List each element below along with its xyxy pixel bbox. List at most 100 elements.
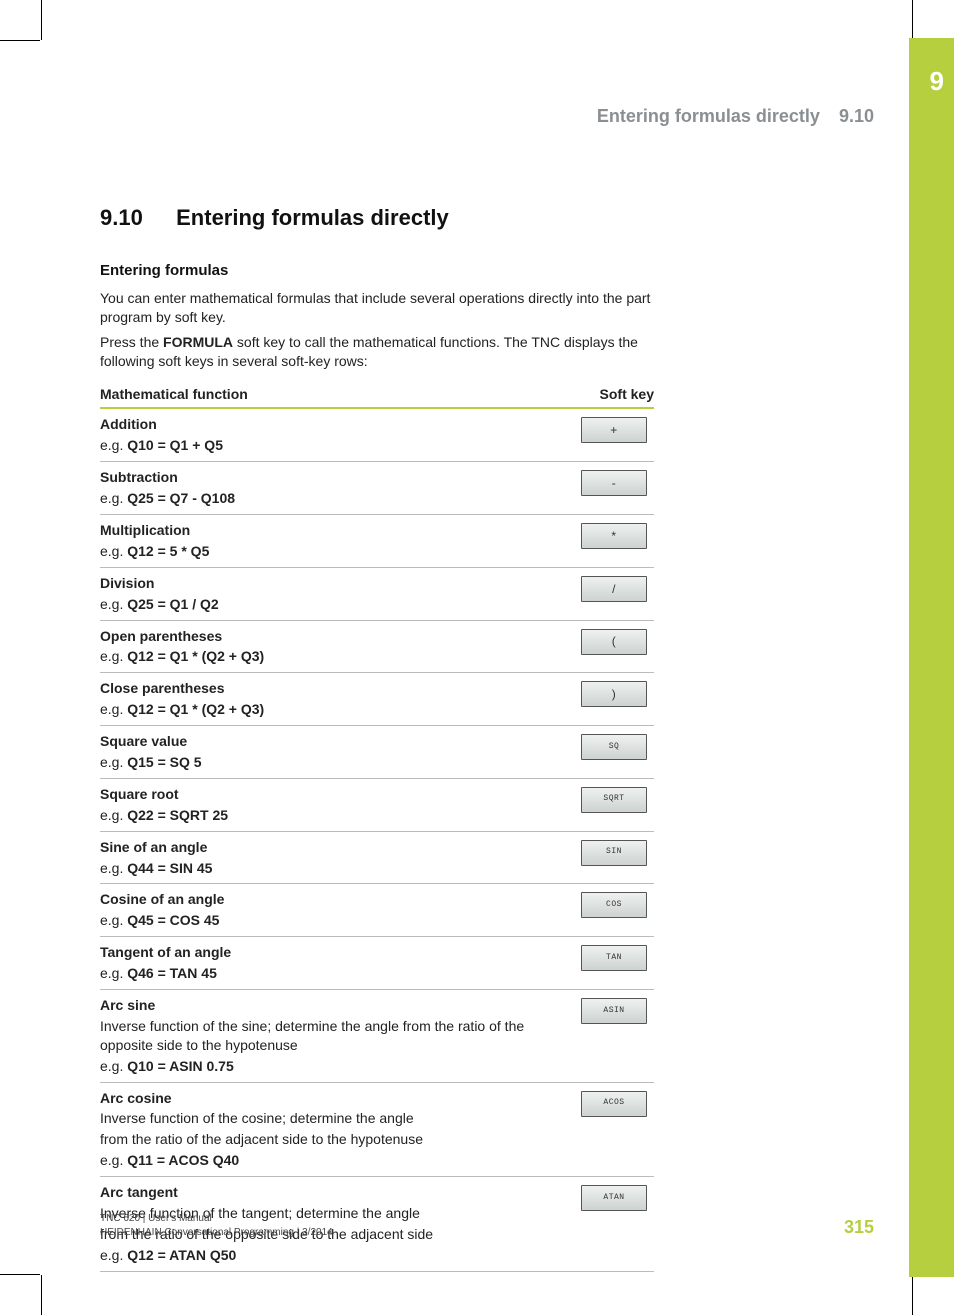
function-name: Tangent of an angle bbox=[100, 943, 564, 962]
softkey-icon: * bbox=[581, 523, 647, 549]
function-name: Close parentheses bbox=[100, 679, 564, 698]
table-row: Cosine of an angle e.g. Q45 = COS 45 COS bbox=[100, 884, 654, 937]
function-example: e.g. Q46 = TAN 45 bbox=[100, 964, 564, 983]
footer-line-1: TNC 620 | User's Manual bbox=[100, 1212, 333, 1226]
section-heading: 9.10 Entering formulas directly bbox=[100, 203, 654, 233]
table-row: Arc sine Inverse function of the sine; de… bbox=[100, 990, 654, 1083]
softkey-cell: / bbox=[574, 574, 654, 602]
function-name: Arc sine bbox=[100, 996, 564, 1015]
table-row: Square root e.g. Q22 = SQRT 25 SQRT bbox=[100, 779, 654, 832]
softkey-cell: ) bbox=[574, 679, 654, 707]
softkey-icon: ASIN bbox=[581, 998, 647, 1024]
function-description: Inverse function of the sine; determine … bbox=[100, 1017, 564, 1055]
softkey-icon: COS bbox=[581, 892, 647, 918]
footer-line-2: HEIDENHAIN Conversational Programming | … bbox=[100, 1226, 333, 1240]
function-cell: Multiplication e.g. Q12 = 5 * Q5 bbox=[100, 521, 564, 561]
function-name: Arc tangent bbox=[100, 1183, 564, 1202]
functions-table: Mathematical function Soft key Addition e… bbox=[100, 381, 654, 1272]
function-cell: Open parenthesese.g. Q12 = Q1 * (Q2 + Q3… bbox=[100, 627, 564, 667]
crop-mark bbox=[41, 0, 42, 40]
table-row: Close parentheses e.g. Q12 = Q1 * (Q2 + Q… bbox=[100, 673, 654, 726]
page-number: 315 bbox=[844, 1215, 874, 1239]
table-header: Mathematical function Soft key bbox=[100, 381, 654, 410]
table-row: Arc cosineInverse function of the cosine… bbox=[100, 1083, 654, 1178]
chapter-tab: 9 bbox=[909, 38, 954, 1277]
function-example: e.g. Q22 = SQRT 25 bbox=[100, 806, 564, 825]
subheading: Entering formulas bbox=[100, 261, 654, 281]
function-name: Division bbox=[100, 574, 564, 593]
function-name: Addition bbox=[100, 415, 564, 434]
softkey-icon: SIN bbox=[581, 840, 647, 866]
function-example: e.g. Q12 = 5 * Q5 bbox=[100, 542, 564, 561]
softkey-cell: SQ bbox=[574, 732, 654, 760]
function-cell: Sine of an angle e.g. Q44 = SIN 45 bbox=[100, 838, 564, 878]
crop-mark bbox=[41, 1275, 42, 1315]
function-description: Inverse function of the cosine; determin… bbox=[100, 1109, 564, 1128]
softkey-cell: SQRT bbox=[574, 785, 654, 813]
function-example: e.g. Q25 = Q7 - Q108 bbox=[100, 489, 564, 508]
function-name: Sine of an angle bbox=[100, 838, 564, 857]
function-example: e.g. Q15 = SQ 5 bbox=[100, 753, 564, 772]
softkey-icon: ATAN bbox=[581, 1185, 647, 1211]
function-cell: Arc sine Inverse function of the sine; de… bbox=[100, 996, 564, 1076]
function-name: Multiplication bbox=[100, 521, 564, 540]
function-name: Open parentheses bbox=[100, 627, 564, 646]
crop-mark bbox=[912, 1275, 913, 1315]
crop-mark bbox=[912, 0, 913, 40]
function-cell: Square value e.g. Q15 = SQ 5 bbox=[100, 732, 564, 772]
softkey-icon: / bbox=[581, 576, 647, 602]
softkey-cell: ASIN bbox=[574, 996, 654, 1024]
softkey-cell: - bbox=[574, 468, 654, 496]
function-example: e.g. Q11 = ACOS Q40 bbox=[100, 1151, 564, 1170]
function-cell: Subtraction e.g. Q25 = Q7 - Q108 bbox=[100, 468, 564, 508]
function-name: Arc cosine bbox=[100, 1089, 564, 1108]
section-title: Entering formulas directly bbox=[176, 205, 449, 230]
page-content: 9.10 Entering formulas directly Entering… bbox=[100, 203, 654, 1272]
intro-paragraph-1: You can enter mathematical formulas that… bbox=[100, 289, 654, 327]
function-example: e.g. Q12 = Q1 * (Q2 + Q3) bbox=[100, 700, 564, 719]
function-example: e.g. Q10 = Q1 + Q5 bbox=[100, 436, 564, 455]
intro-paragraph-2: Press the FORMULA soft key to call the m… bbox=[100, 333, 654, 371]
function-cell: Cosine of an angle e.g. Q45 = COS 45 bbox=[100, 890, 564, 930]
function-cell: Square root e.g. Q22 = SQRT 25 bbox=[100, 785, 564, 825]
col-header-function: Mathematical function bbox=[100, 385, 248, 404]
softkey-icon: + bbox=[581, 417, 647, 443]
function-example: e.g. Q12 = ATAN Q50 bbox=[100, 1246, 564, 1265]
function-name: Cosine of an angle bbox=[100, 890, 564, 909]
formula-keyword: FORMULA bbox=[163, 334, 233, 350]
softkey-icon: ) bbox=[581, 681, 647, 707]
chapter-number: 9 bbox=[930, 64, 944, 99]
softkey-cell: * bbox=[574, 521, 654, 549]
softkey-cell: ATAN bbox=[574, 1183, 654, 1211]
function-example: e.g. Q10 = ASIN 0.75 bbox=[100, 1057, 564, 1076]
softkey-icon: SQ bbox=[581, 734, 647, 760]
function-cell: Division e.g. Q25 = Q1 / Q2 bbox=[100, 574, 564, 614]
table-row: Square value e.g. Q15 = SQ 5 SQ bbox=[100, 726, 654, 779]
function-name: Square value bbox=[100, 732, 564, 751]
crop-mark bbox=[0, 1274, 40, 1275]
section-number: 9.10 bbox=[100, 203, 170, 233]
softkey-cell: TAN bbox=[574, 943, 654, 971]
crop-mark bbox=[0, 40, 40, 41]
softkey-cell: ( bbox=[574, 627, 654, 655]
function-name: Square root bbox=[100, 785, 564, 804]
page-footer: TNC 620 | User's Manual HEIDENHAIN Conve… bbox=[100, 1212, 874, 1239]
table-row: Division e.g. Q25 = Q1 / Q2 / bbox=[100, 568, 654, 621]
table-row: Multiplication e.g. Q12 = 5 * Q5 * bbox=[100, 515, 654, 568]
function-example: e.g. Q45 = COS 45 bbox=[100, 911, 564, 930]
function-cell: Tangent of an angle e.g. Q46 = TAN 45 bbox=[100, 943, 564, 983]
function-cell: Addition e.g. Q10 = Q1 + Q5 bbox=[100, 415, 564, 455]
function-description: from the ratio of the adjacent side to t… bbox=[100, 1130, 564, 1149]
function-example: e.g. Q44 = SIN 45 bbox=[100, 859, 564, 878]
function-name: Subtraction bbox=[100, 468, 564, 487]
table-row: Tangent of an angle e.g. Q46 = TAN 45 TAN bbox=[100, 937, 654, 990]
softkey-icon: ( bbox=[581, 629, 647, 655]
table-row: Open parenthesese.g. Q12 = Q1 * (Q2 + Q3… bbox=[100, 621, 654, 674]
function-example: e.g. Q12 = Q1 * (Q2 + Q3) bbox=[100, 647, 564, 666]
softkey-cell: ACOS bbox=[574, 1089, 654, 1117]
softkey-icon: TAN bbox=[581, 945, 647, 971]
table-row: Subtraction e.g. Q25 = Q7 - Q108- bbox=[100, 462, 654, 515]
function-example: e.g. Q25 = Q1 / Q2 bbox=[100, 595, 564, 614]
table-row: Sine of an angle e.g. Q44 = SIN 45 SIN bbox=[100, 832, 654, 885]
softkey-cell: SIN bbox=[574, 838, 654, 866]
